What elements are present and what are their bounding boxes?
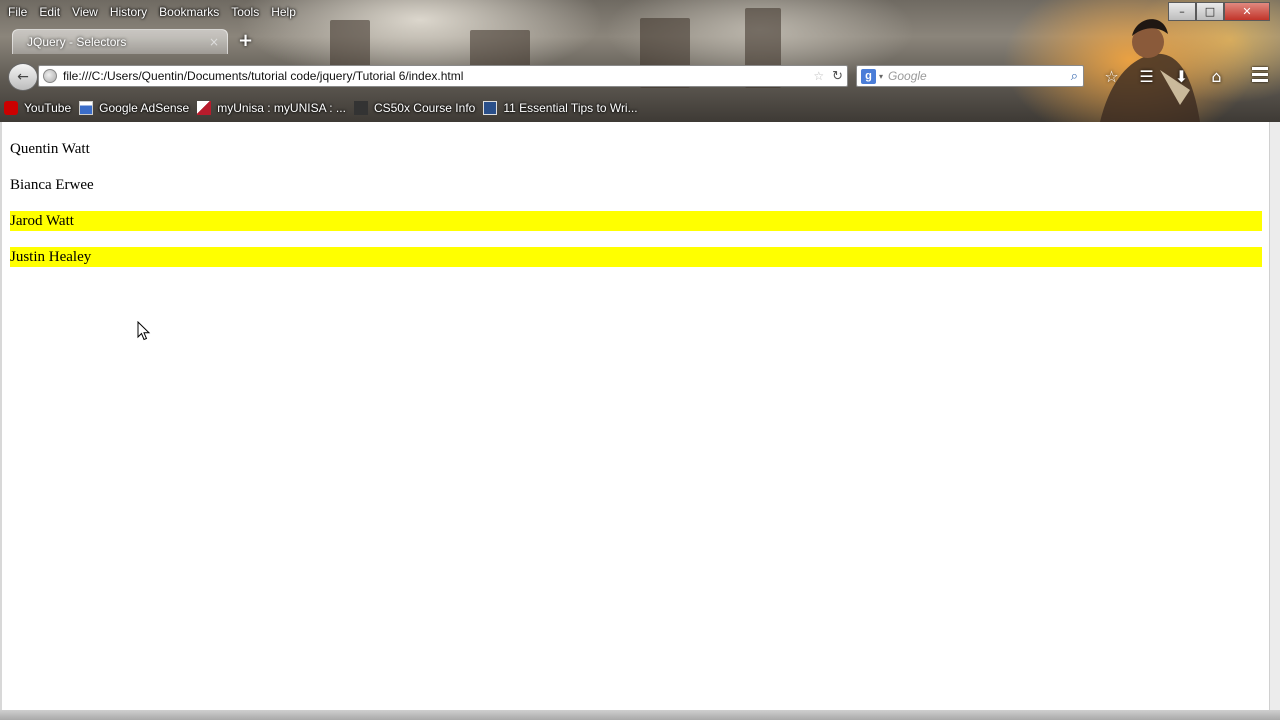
mouse-cursor-icon [137, 321, 151, 341]
home-icon[interactable]: ⌂ [1199, 65, 1234, 87]
menu-help[interactable]: Help [271, 4, 302, 22]
menu-tools[interactable]: Tools [231, 4, 265, 22]
bookmarks-bar: YouTube Google AdSense myUnisa : myUNISA… [4, 99, 646, 117]
menu-view[interactable]: View [72, 4, 104, 22]
close-window-button[interactable]: ✕ [1224, 2, 1270, 21]
name-paragraph-bianca: Bianca Erwee [10, 177, 94, 193]
bookmark-label: YouTube [24, 101, 72, 115]
search-input[interactable]: Google [888, 69, 1071, 83]
menu-bookmarks[interactable]: Bookmarks [159, 4, 225, 22]
navigation-bar: ← file:///C:/Users/Quentin/Documents/tut… [0, 57, 1280, 93]
tab-title: JQuery - Selectors [27, 35, 127, 49]
cs50-icon [353, 101, 368, 115]
article-icon [483, 101, 498, 115]
minimize-button[interactable]: – [1168, 2, 1196, 21]
tab-close-icon[interactable]: × [209, 35, 219, 49]
reload-icon[interactable]: ↻ [832, 69, 843, 84]
bookmark-label: 11 Essential Tips to Wri... [503, 101, 638, 115]
bookmark-star-icon[interactable]: ☆ [1094, 65, 1129, 87]
search-engine-dropdown-icon[interactable]: ▾ [879, 72, 883, 81]
site-identity-icon[interactable] [43, 69, 57, 83]
name-paragraph-jarod: Jarod Watt [10, 211, 1262, 231]
youtube-icon [4, 101, 18, 115]
search-bar[interactable]: g ▾ Google ⌕ [856, 65, 1084, 87]
url-bar[interactable]: file:///C:/Users/Quentin/Documents/tutor… [38, 65, 848, 87]
back-button[interactable]: ← [8, 63, 38, 91]
unisa-icon [197, 101, 212, 115]
page-content: Quentin Watt Bianca Erwee Jarod Watt Jus… [2, 122, 1270, 710]
download-icon[interactable]: ⬇ [1164, 65, 1199, 87]
maximize-button[interactable]: □ [1196, 2, 1224, 21]
bookmark-essential-tips[interactable]: 11 Essential Tips to Wri... [483, 101, 638, 115]
bookmark-cs50x[interactable]: CS50x Course Info [353, 101, 476, 115]
browser-chrome: File Edit View History Bookmarks Tools H… [0, 0, 1280, 122]
bookmark-youtube[interactable]: YouTube [4, 101, 71, 115]
window-right-edge [1269, 122, 1280, 710]
google-icon[interactable]: g [861, 68, 876, 84]
bookmark-myunisa[interactable]: myUnisa : myUNISA : ... [197, 101, 346, 115]
bookmark-label: Google AdSense [99, 101, 190, 115]
window-controls: – □ ✕ [1168, 2, 1270, 21]
new-tab-button[interactable]: + [238, 30, 253, 51]
menu-file[interactable]: File [8, 4, 33, 22]
menu-edit[interactable]: Edit [39, 4, 66, 22]
adsense-icon [79, 101, 94, 115]
bookmarks-menu-icon[interactable]: ☰ [1129, 65, 1164, 87]
toolbar-icons: ☆ ☰ ⬇ ⌂ [1094, 65, 1234, 87]
search-icon[interactable]: ⌕ [1071, 69, 1078, 84]
menu-history[interactable]: History [110, 4, 153, 22]
bookmark-label: CS50x Course Info [373, 101, 476, 115]
bookmark-label: myUnisa : myUNISA : ... [217, 101, 346, 115]
name-paragraph-justin: Justin Healey [10, 247, 1262, 267]
tab-jquery-selectors[interactable]: JQuery - Selectors × [12, 29, 228, 54]
menu-bar: File Edit View History Bookmarks Tools H… [8, 4, 308, 22]
name-paragraph-quentin: Quentin Watt [10, 141, 90, 157]
bookmark-google-adsense[interactable]: Google AdSense [79, 101, 189, 115]
url-dropdown-icon[interactable]: ☆ [813, 69, 824, 83]
hamburger-menu-icon[interactable] [1252, 67, 1268, 85]
url-input[interactable]: file:///C:/Users/Quentin/Documents/tutor… [63, 69, 813, 83]
window-bottom-edge [0, 710, 1280, 720]
